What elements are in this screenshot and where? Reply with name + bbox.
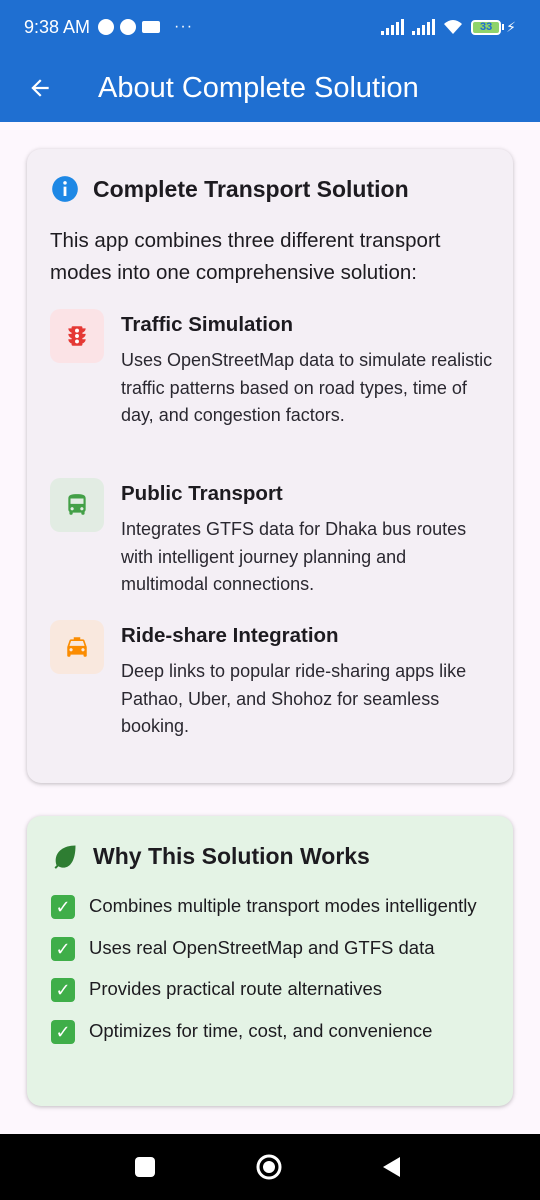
- why-card-header: Why This Solution Works: [51, 842, 370, 870]
- solution-card-title: Complete Transport Solution: [93, 175, 409, 202]
- feature-title: Traffic Simulation: [121, 313, 293, 336]
- traffic-light-icon: [50, 309, 104, 363]
- signal-icon-2: [412, 19, 436, 35]
- check-icon: ✓: [51, 895, 75, 919]
- feature-description: Integrates GTFS data for Dhaka bus route…: [121, 519, 467, 594]
- status-time: 9:38 AM: [24, 16, 91, 37]
- square-icon: [135, 1157, 155, 1177]
- charging-icon: ⚡: [506, 18, 516, 35]
- solution-intro: This app combines three different transp…: [50, 229, 441, 284]
- list-item-text: Optimizes for time, cost, and convenienc…: [89, 1019, 433, 1041]
- list-item-text: Uses real OpenStreetMap and GTFS data: [89, 936, 435, 958]
- home-button[interactable]: [224, 1134, 314, 1200]
- why-card: Why This Solution Works ✓ Combines multip…: [27, 816, 513, 1106]
- circle-home-icon: [256, 1154, 282, 1180]
- page-title: About Complete Solution: [98, 71, 419, 104]
- feature-description: Uses OpenStreetMap data to simulate real…: [121, 350, 493, 425]
- solution-card: Complete Transport Solution This app com…: [27, 149, 513, 783]
- status-bar: 9:38 AM ··· 33 ⚡: [0, 0, 540, 54]
- video-camera-icon: [142, 21, 161, 33]
- bus-icon: [50, 478, 104, 532]
- list-item-text: Provides practical route alternatives: [89, 978, 383, 999]
- app-bar: About Complete Solution: [0, 54, 540, 122]
- feature-title: Ride-share Integration: [121, 624, 339, 647]
- check-icon: ✓: [51, 936, 75, 961]
- list-item: ✓ Uses real OpenStreetMap and GTFS data: [51, 934, 491, 962]
- why-card-title: Why This Solution Works: [93, 842, 370, 869]
- recents-button[interactable]: [100, 1134, 190, 1200]
- solution-card-header: Complete Transport Solution: [51, 175, 409, 203]
- more-notifications-icon: ···: [174, 18, 194, 35]
- check-icon: ✓: [51, 978, 75, 1002]
- triangle-back-icon: [383, 1157, 400, 1177]
- back-button[interactable]: [0, 54, 80, 122]
- feature-description: Deep links to popular ride-sharing apps …: [121, 661, 467, 736]
- info-icon: [52, 176, 78, 202]
- battery-icon: 33 ⚡: [471, 19, 516, 36]
- list-item: ✓ Combines multiple transport modes intel…: [51, 892, 491, 920]
- system-navigation-bar: [0, 1134, 540, 1200]
- battery-level: 33: [471, 19, 502, 35]
- wifi-icon: [444, 20, 463, 34]
- check-icon: ✓: [51, 1019, 75, 1044]
- taxi-icon: [50, 620, 104, 674]
- arrow-back-icon: [31, 79, 49, 97]
- app-notification-icon: [120, 19, 137, 35]
- feature-title: Public Transport: [121, 482, 283, 505]
- signal-icon: [381, 19, 405, 35]
- list-item: ✓ Provides practical route alternatives: [51, 975, 491, 1003]
- messenger-icon: [98, 19, 115, 35]
- list-item: ✓ Optimizes for time, cost, and convenien…: [51, 1017, 491, 1045]
- benefits-list: ✓ Combines multiple transport modes intel…: [51, 892, 491, 1058]
- leaf-icon: [54, 845, 76, 869]
- list-item-text: Combines multiple transport modes intell…: [89, 895, 477, 916]
- back-nav-button[interactable]: [346, 1134, 436, 1200]
